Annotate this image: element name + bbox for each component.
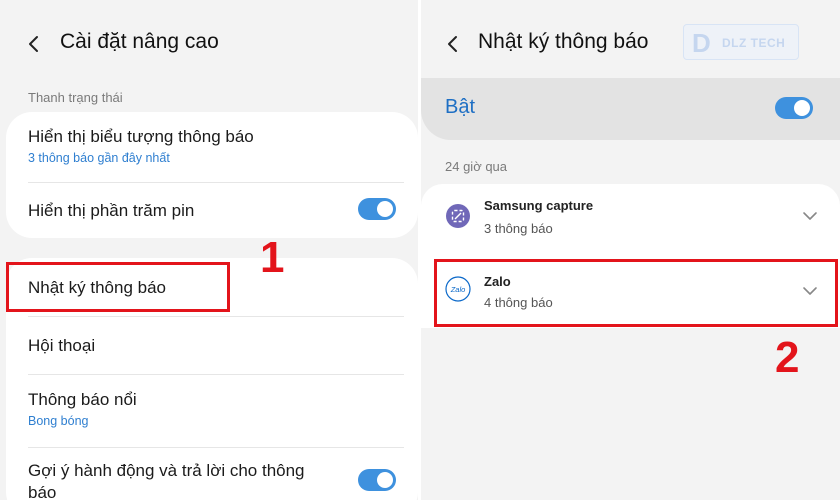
app-notification-count: 3 thông báo [484, 221, 553, 236]
status-bar-card: Hiển thị biểu tượng thông báo 3 thông bá… [6, 112, 418, 238]
back-arrow-icon[interactable] [443, 34, 463, 54]
setting-title: Hiển thị phần trăm pin [28, 201, 195, 220]
chevron-down-icon[interactable] [802, 208, 818, 224]
master-toggle-label: Bật [445, 96, 476, 118]
setting-row-conversations[interactable]: Hội thoại [6, 317, 418, 374]
setting-title-line2: báo [28, 483, 57, 500]
highlight-box-1 [6, 262, 230, 312]
section-label-last-24h: 24 giờ qua [445, 159, 508, 174]
setting-row-suggested-actions[interactable]: Gợi ý hành động và trả lời cho thông báo [6, 448, 418, 500]
setting-title: Hiển thị biểu tượng thông báo [28, 127, 254, 146]
highlight-box-2 [434, 259, 838, 327]
notification-history-toggle[interactable] [775, 97, 813, 119]
battery-percentage-toggle[interactable] [358, 198, 396, 220]
setting-title-line1: Gợi ý hành động và trả lời cho thông [28, 461, 305, 480]
setting-row-show-notification-icons[interactable]: Hiển thị biểu tượng thông báo 3 thông bá… [6, 112, 418, 182]
app-name: Samsung capture [484, 198, 594, 213]
watermark-text: DLZ TECH [722, 36, 786, 50]
notification-history-screen: Nhật ký thông báo D DLZ TECH Bật 24 giờ … [421, 0, 840, 500]
toggle-knob [377, 201, 393, 217]
back-arrow-icon[interactable] [24, 34, 44, 54]
samsung-capture-icon [445, 203, 471, 229]
app-row-samsung-capture[interactable]: Samsung capture 3 thông báo [421, 184, 840, 254]
setting-title: Hội thoại [28, 336, 96, 355]
advanced-settings-screen: Cài đặt nâng cao Thanh trạng thái Hiển t… [0, 0, 418, 500]
toggle-knob [794, 100, 810, 116]
watermark-letter: D [692, 28, 711, 58]
annotation-number-2: 2 [775, 333, 800, 382]
dlz-tech-watermark-logo: D DLZ TECH [683, 24, 799, 60]
setting-title: Thông báo nổi [28, 390, 137, 409]
page-title: Cài đặt nâng cao [60, 30, 219, 53]
section-label-status-bar: Thanh trạng thái [28, 90, 123, 105]
app-bar: Cài đặt nâng cao [0, 0, 418, 88]
app-bar: Nhật ký thông báo D DLZ TECH [421, 0, 840, 88]
setting-subtitle: 3 thông báo gần đây nhất [28, 151, 170, 165]
master-toggle-bar[interactable]: Bật [421, 78, 840, 140]
toggle-knob [377, 472, 393, 488]
setting-subtitle: Bong bóng [28, 414, 89, 428]
setting-row-show-battery-percentage[interactable]: Hiển thị phần trăm pin [6, 183, 418, 238]
page-title: Nhật ký thông báo [478, 30, 649, 53]
annotation-number-1: 1 [260, 233, 285, 282]
suggested-actions-toggle[interactable] [358, 469, 396, 491]
setting-row-floating-notifications[interactable]: Thông báo nổi Bong bóng [6, 375, 418, 447]
